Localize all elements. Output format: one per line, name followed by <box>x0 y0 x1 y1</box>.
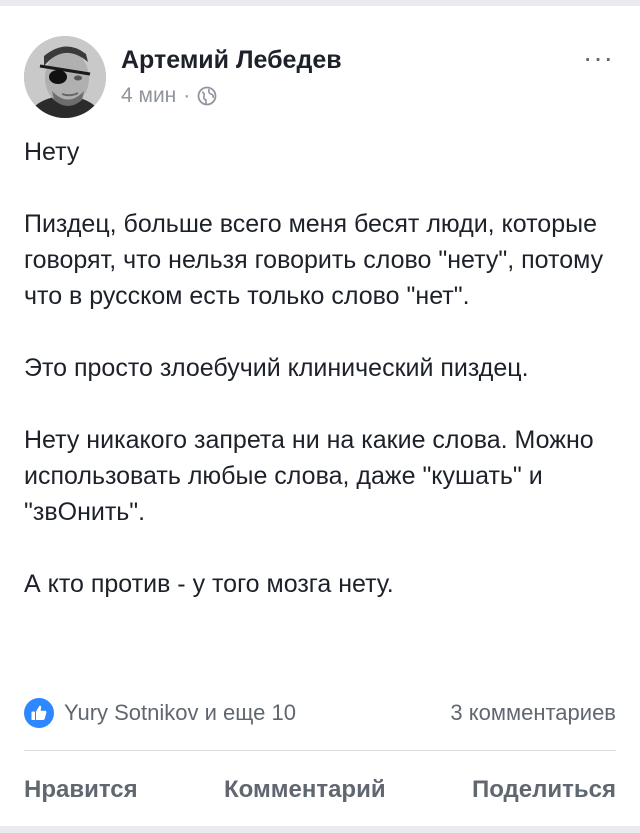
divider <box>24 750 616 751</box>
post-paragraph: Нету <box>24 138 80 166</box>
post-header: Артемий Лебедев 4 мин · ··· <box>24 36 624 121</box>
post-paragraph: Это просто злоебучий клинический пиздец. <box>24 354 529 382</box>
avatar-photo <box>24 36 106 118</box>
comments-count[interactable]: 3 комментариев <box>450 700 616 726</box>
post-card: Артемий Лебедев 4 мин · ··· Нету Пиздец,… <box>0 6 640 826</box>
post-paragraph: А кто против - у того мозга нету. <box>24 570 394 598</box>
like-button[interactable]: Нравится <box>24 776 138 804</box>
share-button[interactable]: Поделиться <box>472 776 616 804</box>
post-paragraph: Нету никакого запрета ни на какие слова.… <box>24 426 594 526</box>
globe-icon[interactable] <box>197 86 217 106</box>
reactions-summary[interactable]: Yury Sotnikov и еще 10 <box>64 700 296 726</box>
post-meta: 4 мин · <box>121 84 217 108</box>
action-bar: Нравится Комментарий Поделиться <box>24 770 616 810</box>
reactions-bar: Yury Sotnikov и еще 10 3 комментариев <box>24 695 616 731</box>
avatar[interactable] <box>24 36 106 118</box>
more-options-button[interactable]: ··· <box>583 44 614 72</box>
post-text: Нету Пиздец, больше всего меня бесят люд… <box>24 134 624 602</box>
like-icon[interactable] <box>24 698 54 728</box>
meta-separator: · <box>183 84 191 107</box>
post-time[interactable]: 4 мин <box>121 84 176 108</box>
comment-button[interactable]: Комментарий <box>224 776 386 804</box>
post-paragraph: Пиздец, больше всего меня бесят люди, ко… <box>24 210 604 310</box>
author-name[interactable]: Артемий Лебедев <box>121 46 342 75</box>
